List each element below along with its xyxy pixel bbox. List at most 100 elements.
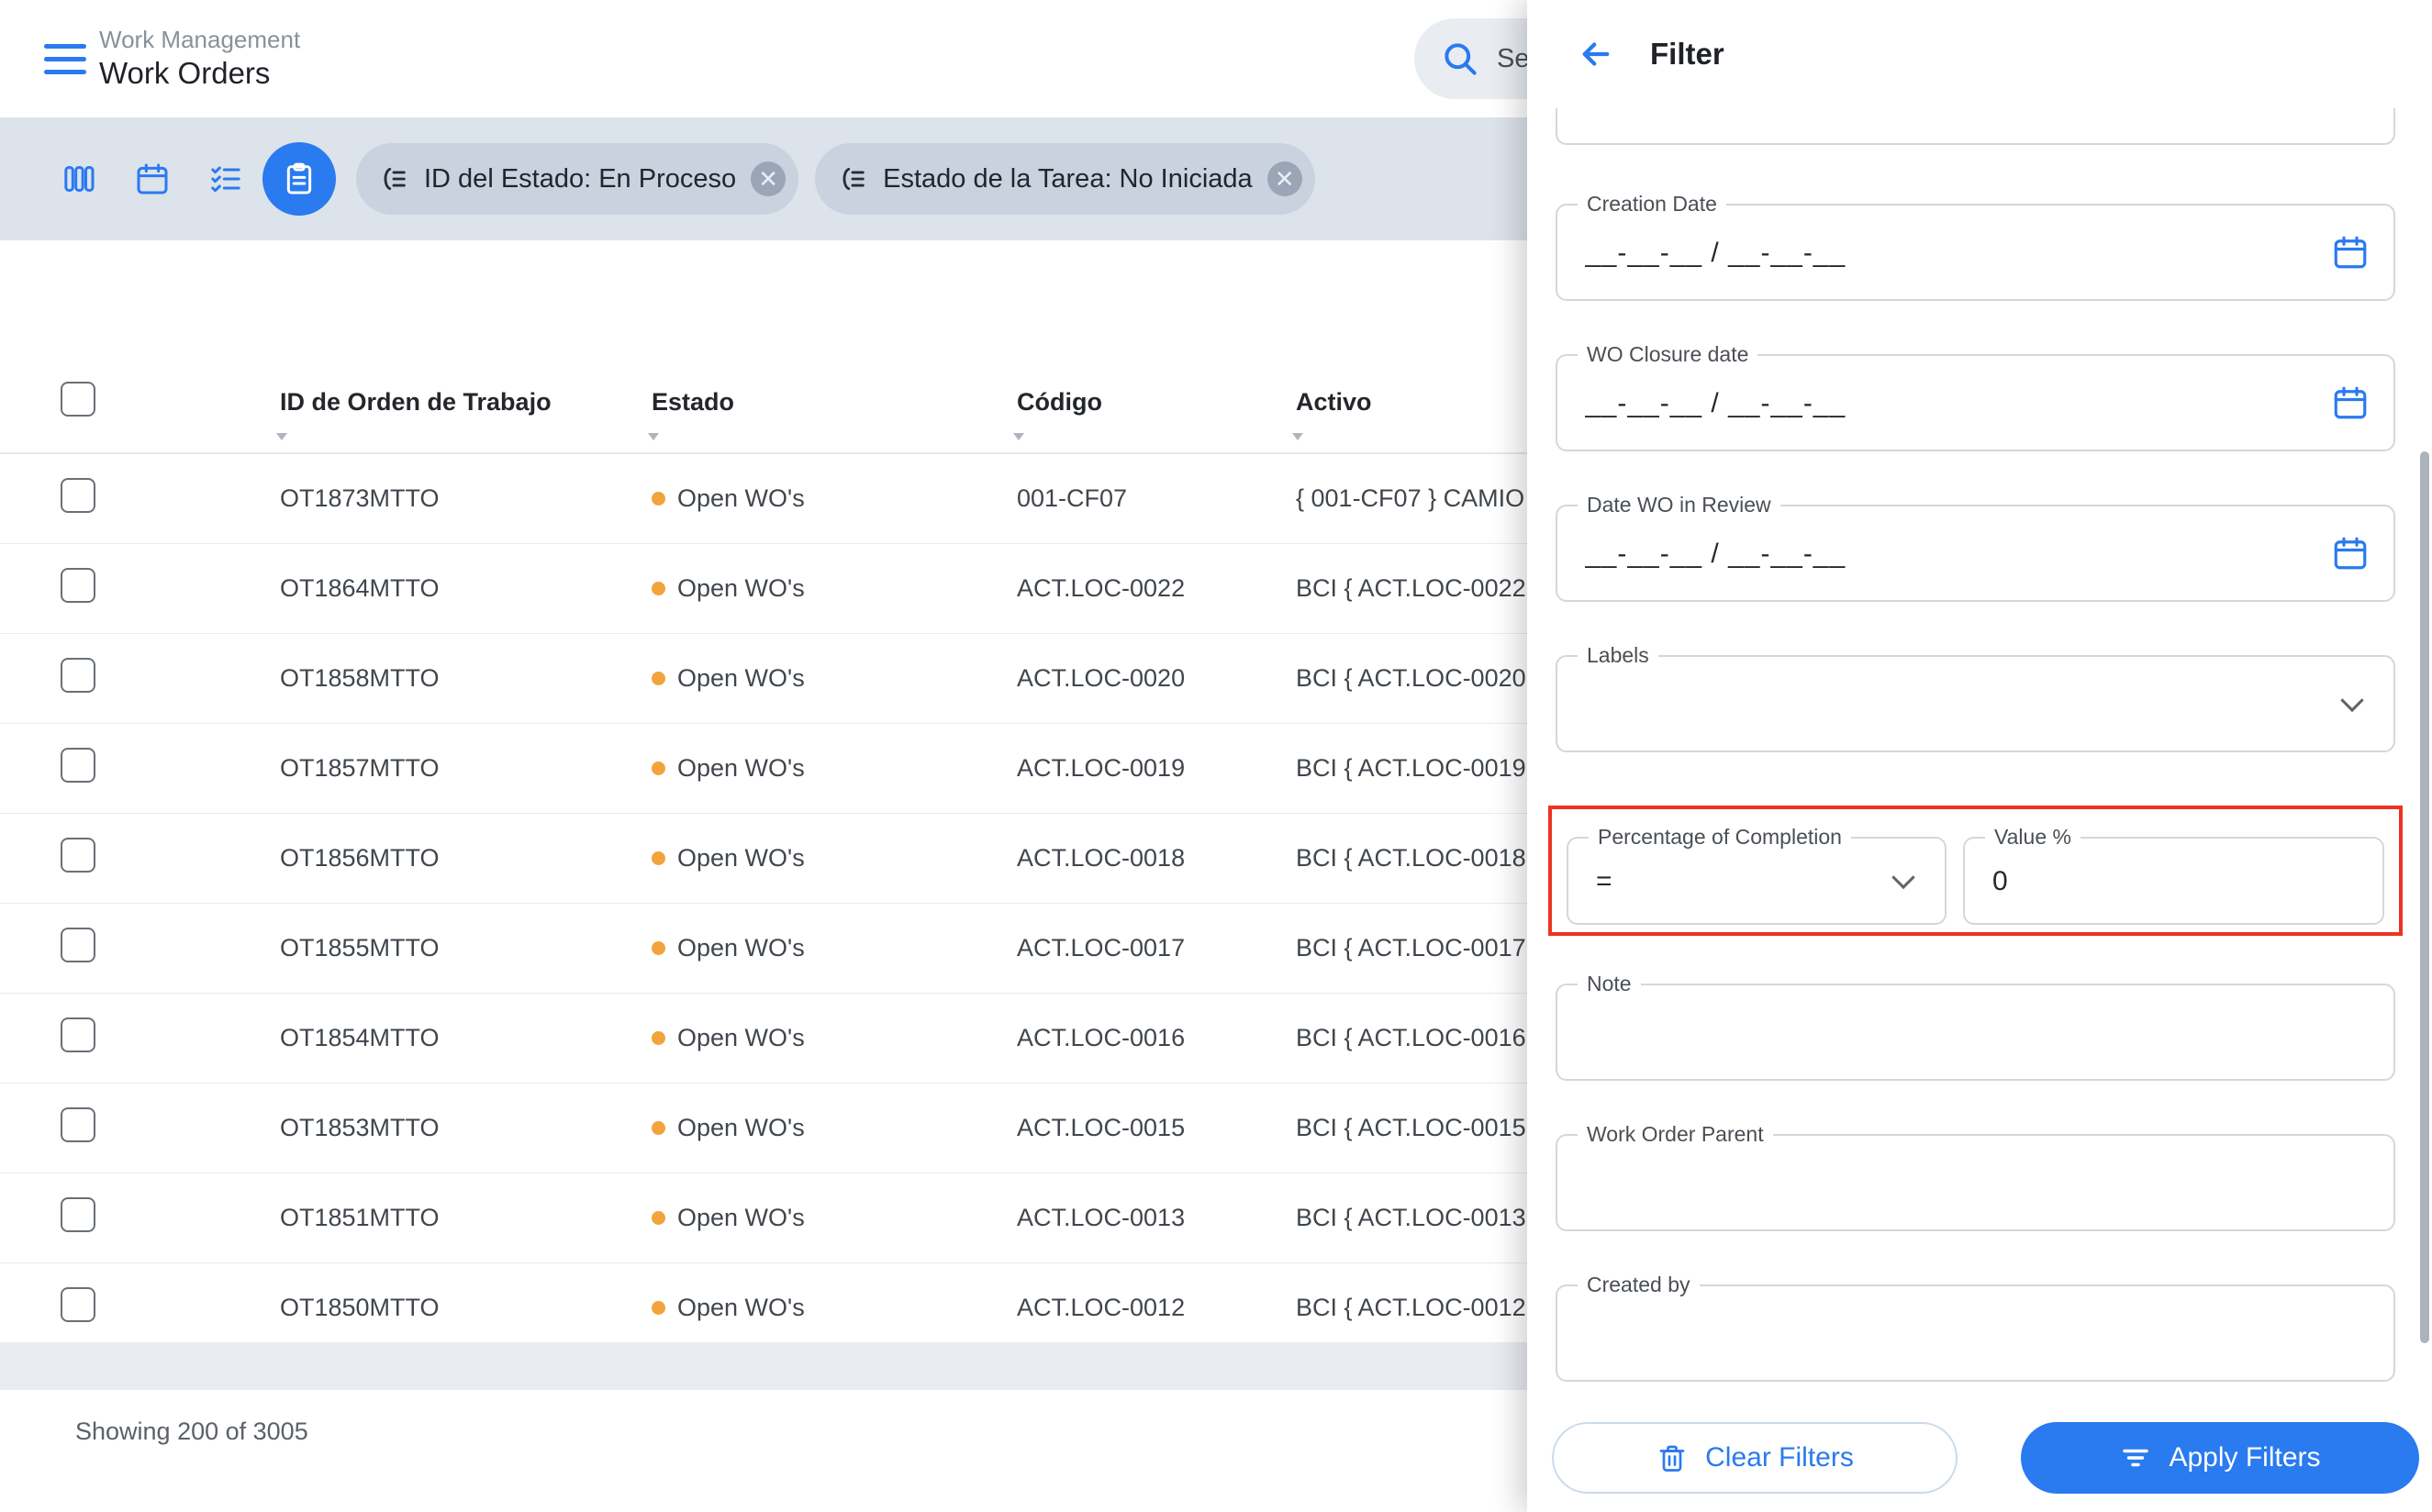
row-checkbox[interactable] [61, 478, 95, 513]
select-all-checkbox[interactable] [61, 382, 95, 417]
cell-status: Open WO's [652, 664, 1017, 693]
apply-filters-label: Apply Filters [2169, 1442, 2320, 1473]
column-header-estado[interactable]: Estado [652, 388, 1017, 417]
cell-codigo: 001-CF07 [1017, 484, 1296, 513]
row-checkbox[interactable] [61, 838, 95, 873]
labels-select[interactable]: Labels [1556, 655, 2395, 752]
table-row[interactable]: OT1864MTTO Open WO's ACT.LOC-0022 BCI { … [0, 544, 1527, 634]
columns-view-button[interactable] [42, 142, 116, 216]
status-dot [652, 941, 665, 955]
calendar-icon[interactable] [2331, 233, 2370, 272]
status-text: Open WO's [677, 664, 805, 693]
table-row[interactable]: OT1855MTTO Open WO's ACT.LOC-0017 BCI { … [0, 904, 1527, 994]
cell-activo: BCI { ACT.LOC-0020 [1296, 664, 1527, 693]
calendar-icon[interactable] [2331, 534, 2370, 573]
percentage-of-completion-select[interactable]: Percentage of Completion [1567, 837, 1947, 925]
cell-work-order-id: OT1856MTTO [280, 844, 652, 873]
note-field[interactable]: Note [1556, 984, 2395, 1081]
chip-label: ID del Estado: En Proceso [424, 164, 736, 195]
row-checkbox[interactable] [61, 1017, 95, 1052]
sort-icon[interactable] [1013, 433, 1024, 440]
back-button[interactable] [1577, 35, 1615, 73]
table-row[interactable]: OT1858MTTO Open WO's ACT.LOC-0020 BCI { … [0, 634, 1527, 724]
table-header-row: ID de Orden de Trabajo Estado Código Act… [0, 351, 1527, 454]
cell-activo: BCI { ACT.LOC-0022 [1296, 574, 1527, 603]
cell-status: Open WO's [652, 574, 1017, 603]
cell-activo: BCI { ACT.LOC-0019 [1296, 754, 1527, 783]
value-percent-field[interactable]: Value % [1963, 837, 2384, 925]
calendar-icon[interactable] [2331, 384, 2370, 422]
table-row[interactable]: OT1856MTTO Open WO's ACT.LOC-0018 BCI { … [0, 814, 1527, 904]
filter-panel-title: Filter [1650, 37, 1724, 72]
table-row[interactable]: OT1854MTTO Open WO's ACT.LOC-0016 BCI { … [0, 994, 1527, 1084]
work-order-parent-field[interactable]: Work Order Parent [1556, 1134, 2395, 1231]
column-header-id[interactable]: ID de Orden de Trabajo [280, 388, 652, 417]
filter-chip-tarea[interactable]: Estado de la Tarea: No Iniciada ✕ [815, 143, 1315, 215]
clear-filters-button[interactable]: Clear Filters [1552, 1422, 1958, 1494]
row-checkbox[interactable] [61, 658, 95, 693]
created-by-field[interactable]: Created by [1556, 1284, 2395, 1382]
column-header-codigo[interactable]: Código [1017, 388, 1296, 417]
clipboard-icon [281, 161, 318, 197]
search-icon [1440, 39, 1480, 79]
cell-codigo: ACT.LOC-0020 [1017, 664, 1296, 693]
horizontal-scrollbar[interactable] [0, 1342, 1527, 1390]
status-dot [652, 1031, 665, 1045]
table-row[interactable]: OT1873MTTO Open WO's 001-CF07 { 001-CF07… [0, 454, 1527, 544]
status-dot [652, 582, 665, 595]
status-text: Open WO's [677, 574, 805, 603]
cell-codigo: ACT.LOC-0022 [1017, 574, 1296, 603]
chevron-down-icon[interactable] [2340, 689, 2363, 712]
sort-icon[interactable] [276, 433, 287, 440]
column-header-activo[interactable]: Activo [1296, 388, 1527, 417]
panel-scrollbar[interactable] [2420, 451, 2429, 1343]
cell-activo: BCI { ACT.LOC-0016 [1296, 1024, 1527, 1052]
date-wo-in-review-input[interactable] [1583, 506, 2172, 602]
date-wo-in-review-field[interactable]: Date WO in Review [1556, 505, 2395, 602]
chevron-down-icon[interactable] [1891, 866, 1914, 889]
cell-status: Open WO's [652, 1114, 1017, 1142]
row-checkbox[interactable] [61, 1287, 95, 1322]
status-dot [652, 672, 665, 685]
row-checkbox[interactable] [61, 1107, 95, 1142]
sort-icon[interactable] [1292, 433, 1303, 440]
cell-activo: BCI { ACT.LOC-0015 [1296, 1114, 1527, 1142]
cell-codigo: ACT.LOC-0019 [1017, 754, 1296, 783]
cell-activo: BCI { ACT.LOC-0017 [1296, 934, 1527, 962]
note-input[interactable] [1583, 985, 2172, 1081]
apply-filters-button[interactable]: Apply Filters [2021, 1422, 2419, 1494]
table-row[interactable]: OT1850MTTO Open WO's ACT.LOC-0012 BCI { … [0, 1263, 1527, 1353]
trash-icon [1656, 1441, 1689, 1474]
wo-closure-date-field[interactable]: WO Closure date [1556, 354, 2395, 451]
table-row[interactable]: OT1853MTTO Open WO's ACT.LOC-0015 BCI { … [0, 1084, 1527, 1173]
chip-remove-icon[interactable]: ✕ [1267, 161, 1302, 196]
creation-date-input[interactable] [1583, 206, 2172, 301]
table-body: OT1873MTTO Open WO's 001-CF07 { 001-CF07… [0, 454, 1527, 1353]
table-row[interactable]: OT1851MTTO Open WO's ACT.LOC-0013 BCI { … [0, 1173, 1527, 1263]
work-order-parent-input[interactable] [1583, 1136, 2172, 1231]
creation-date-field[interactable]: Creation Date [1556, 204, 2395, 301]
percentage-operator-input[interactable] [1594, 839, 1861, 925]
sort-icon[interactable] [648, 433, 659, 440]
value-percent-input[interactable] [1991, 839, 2287, 925]
wo-closure-date-input[interactable] [1583, 356, 2172, 451]
chip-remove-icon[interactable]: ✕ [751, 161, 786, 196]
created-by-input[interactable] [1583, 1286, 2172, 1382]
checklist-view-button[interactable] [189, 142, 262, 216]
cell-status: Open WO's [652, 484, 1017, 513]
cell-status: Open WO's [652, 844, 1017, 873]
clear-filters-label: Clear Filters [1705, 1442, 1854, 1473]
calendar-view-button[interactable] [116, 142, 189, 216]
row-checkbox[interactable] [61, 928, 95, 962]
table-row[interactable]: OT1857MTTO Open WO's ACT.LOC-0019 BCI { … [0, 724, 1527, 814]
filter-chip-estado[interactable]: ID del Estado: En Proceso ✕ [356, 143, 798, 215]
row-checkbox[interactable] [61, 748, 95, 783]
cell-status: Open WO's [652, 754, 1017, 783]
worklist-view-button[interactable] [262, 142, 336, 216]
row-checkbox[interactable] [61, 568, 95, 603]
hamburger-menu-icon[interactable] [44, 44, 86, 74]
chip-filter-icon [378, 163, 409, 195]
filter-panel-footer: Clear Filters Apply Filters [1527, 1404, 2432, 1512]
cell-status: Open WO's [652, 1294, 1017, 1322]
row-checkbox[interactable] [61, 1197, 95, 1232]
